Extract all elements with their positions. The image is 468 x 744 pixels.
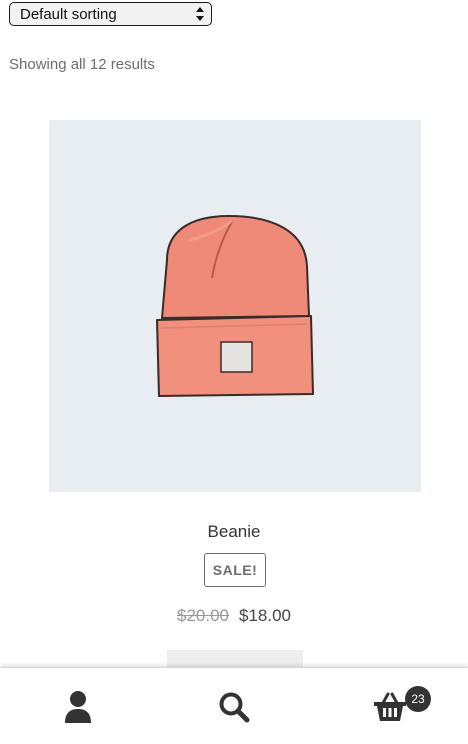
footer-account-link[interactable] (0, 668, 156, 744)
regular-price: $20.00 (177, 606, 229, 625)
footer-cart-link[interactable] (312, 668, 468, 744)
user-icon (65, 690, 91, 723)
select-arrows-icon (196, 7, 204, 21)
handheld-footer-bar (0, 667, 468, 744)
sale-price: $18.00 (239, 606, 291, 625)
product-price: $20.00 $18.00 (0, 606, 468, 626)
sale-badge: SALE! (204, 553, 266, 587)
orderby-select[interactable]: Default sorting (9, 2, 212, 26)
result-count: Showing all 12 results (9, 56, 155, 73)
cart-count-badge: 23 (405, 686, 431, 712)
footer-search-link[interactable] (156, 668, 312, 744)
product-image[interactable] (49, 120, 421, 492)
orderby-select-value: Default sorting (20, 5, 117, 23)
product-title[interactable]: Beanie (0, 522, 468, 542)
basket-icon (374, 692, 406, 721)
beanie-illustration (156, 215, 314, 397)
search-icon (219, 692, 250, 722)
